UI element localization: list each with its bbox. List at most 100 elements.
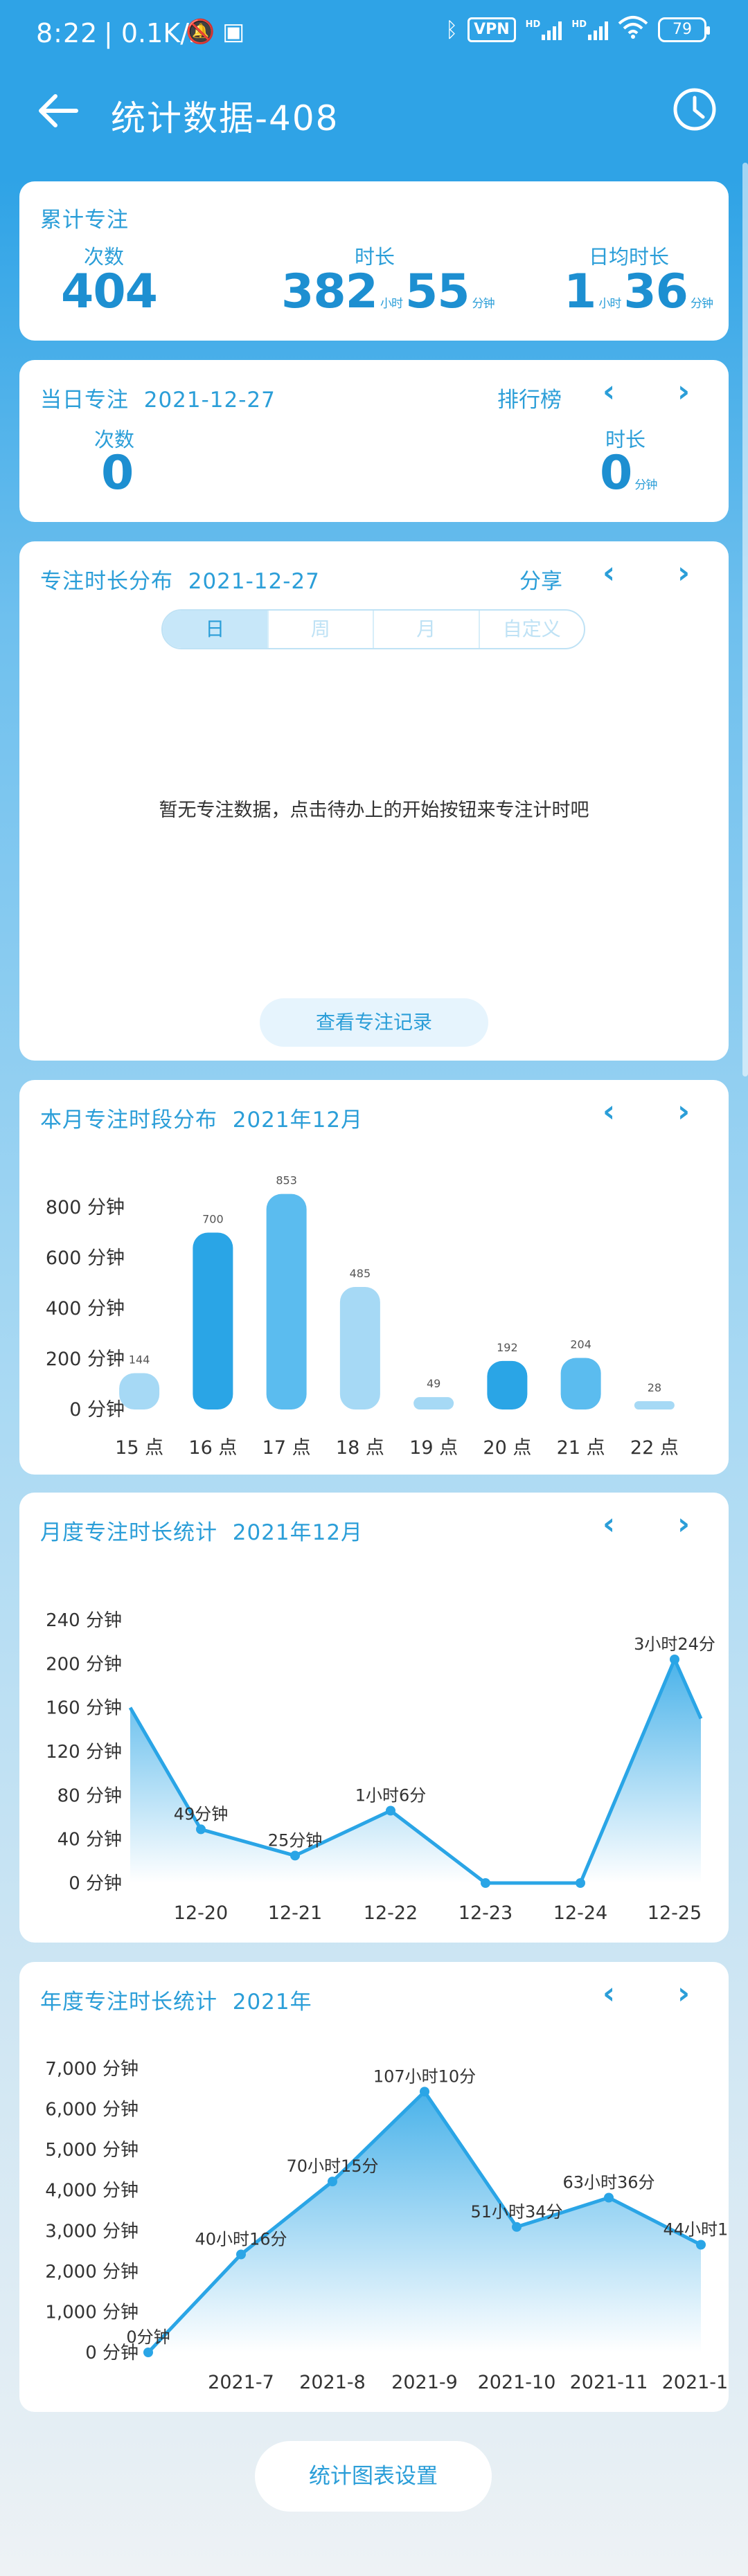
y-tick-label: 400 分钟 — [46, 1298, 125, 1319]
data-label: 0分钟 — [126, 2327, 170, 2347]
x-tick-label: 20 点 — [483, 1437, 531, 1459]
x-tick-label: 2021-12 — [662, 2372, 729, 2393]
x-tick-label: 2021-11 — [570, 2372, 648, 2393]
y-tick-label: 1,000 分钟 — [45, 2302, 139, 2323]
x-tick-label: 12-24 — [553, 1902, 607, 1924]
bar-value-label: 49 — [427, 1377, 440, 1390]
x-tick-label: 2021-9 — [391, 2372, 458, 2393]
data-point — [328, 2177, 337, 2187]
duration-value: 0 分钟 — [600, 446, 657, 501]
x-tick-label: 21 点 — [557, 1437, 605, 1459]
hourly-bar-chart: 0 分钟 200 分钟 400 分钟 600 分钟 800 分钟 144 15 点 700 16… — [46, 1174, 679, 1459]
card-title: 当日专注 2021-12-27 — [40, 388, 276, 413]
y-tick-label: 240 分钟 — [46, 1610, 122, 1631]
clock-history-icon[interactable] — [670, 85, 719, 134]
status-right-icons: ᛒ VPN HD HD 79 — [445, 15, 710, 44]
bar-value-label: 853 — [276, 1174, 297, 1187]
app-bar: 统计数据-408 — [0, 66, 748, 156]
hourly-distribution-card: 本月专注时段分布 2021年12月 ‹ › 0 分钟 200 分钟 400 分钟 60… — [19, 1080, 729, 1475]
area-fill — [130, 1659, 701, 1883]
period-tabs: 日 周 月 自定义 — [161, 609, 585, 649]
page-title: 统计数据-408 — [111, 98, 339, 138]
bar-value-label: 28 — [648, 1381, 661, 1394]
x-tick-label: 12-20 — [174, 1902, 228, 1924]
vpn-icon: VPN — [467, 17, 516, 42]
x-tick-label: 2021-10 — [478, 2372, 556, 2393]
tab-month[interactable]: 月 — [373, 611, 479, 648]
bar-value-label: 204 — [570, 1338, 591, 1351]
area-fill — [148, 2091, 701, 2352]
yearly-duration-card: 年度专注时长统计 2021年 ‹ › 0 分钟 1,000 分钟 2,000 分钟 3… — [19, 1962, 729, 2412]
data-point — [576, 1878, 585, 1888]
bluetooth-icon: ᛒ — [445, 17, 458, 42]
mute-icon: 🔕 — [186, 18, 215, 46]
x-tick-label: 22 点 — [630, 1437, 679, 1459]
y-tick-label: 2,000 分钟 — [45, 2262, 139, 2282]
share-link[interactable]: 分享 — [519, 564, 562, 595]
cumulative-card: 累计专注 次数 404 时长 382 小时55 分钟 日均时长 1 小时36 分钟 — [19, 181, 729, 341]
y-tick-label: 600 分钟 — [46, 1248, 125, 1269]
data-point — [196, 1824, 206, 1835]
x-tick-label: 12-25 — [648, 1902, 702, 1924]
chevron-left-icon[interactable]: ‹ — [603, 555, 615, 591]
x-tick-label: 2021-8 — [299, 2372, 366, 2393]
daily-average-value: 1 小时36 分钟 — [564, 264, 713, 319]
scrollbar[interactable] — [742, 163, 748, 1077]
yearly-area-chart: 0 分钟1,000 分钟2,000 分钟3,000 分钟4,000 分钟5,00… — [45, 2059, 729, 2393]
y-tick-label: 160 分钟 — [46, 1698, 122, 1719]
data-label: 1小时6分 — [355, 1786, 427, 1805]
view-records-button[interactable]: 查看专注记录 — [260, 998, 488, 1047]
data-point — [481, 1878, 490, 1888]
x-tick-label: 2021-7 — [208, 2372, 274, 2393]
battery-icon: 79 — [658, 17, 710, 42]
bar — [560, 1358, 601, 1409]
chevron-right-icon[interactable]: › — [677, 555, 690, 591]
tab-day[interactable]: 日 — [163, 611, 267, 648]
y-tick-label: 200 分钟 — [46, 1349, 125, 1370]
signal-icon-2: HD — [571, 19, 608, 40]
data-point — [670, 1655, 679, 1664]
empty-message: 暂无专注数据，点击待办上的开始按钮来专注计时吧 — [159, 800, 589, 821]
app-notification-icon: ▣ — [222, 18, 245, 46]
duration-value: 382 小时55 分钟 — [281, 264, 495, 319]
tab-week[interactable]: 周 — [267, 611, 373, 648]
back-arrow-icon[interactable] — [33, 87, 82, 135]
y-tick-label: 200 分钟 — [46, 1654, 122, 1675]
data-label: 40小时16分 — [195, 2229, 287, 2249]
card-title: 累计专注 — [40, 208, 129, 233]
y-tick-label: 0 分钟 — [69, 1399, 125, 1421]
data-label: 70小时15分 — [286, 2156, 378, 2176]
y-tick-label: 3,000 分钟 — [45, 2221, 139, 2242]
y-tick-label: 7,000 分钟 — [45, 2059, 139, 2080]
x-tick-label: 12-23 — [458, 1902, 513, 1924]
bar-value-label: 144 — [129, 1353, 150, 1366]
monthly-area-chart: 0 分钟 40 分钟 80 分钟 120 分钟 160 分钟 200 分钟 240 分钟 49… — [46, 1610, 715, 1924]
chevron-right-icon[interactable]: › — [677, 374, 690, 409]
x-tick-label: 12-21 — [268, 1902, 322, 1924]
data-point — [512, 2222, 522, 2232]
data-label: 107小时10分 — [373, 2066, 476, 2086]
x-tick-label: 12-22 — [364, 1902, 418, 1924]
y-tick-label: 800 分钟 — [46, 1197, 125, 1218]
data-label: 44小时15 — [663, 2219, 729, 2239]
x-tick-label: 17 点 — [262, 1437, 311, 1459]
chevron-left-icon[interactable]: ‹ — [603, 374, 615, 409]
bar — [487, 1360, 528, 1409]
y-tick-label: 0 分钟 — [69, 1873, 122, 1894]
y-tick-label: 40 分钟 — [57, 1830, 122, 1850]
y-tick-label: 5,000 分钟 — [45, 2140, 139, 2161]
tab-custom[interactable]: 自定义 — [478, 611, 585, 648]
y-tick-label: 80 分钟 — [57, 1785, 122, 1806]
data-point — [420, 2087, 429, 2097]
status-time: 8:22 — [36, 18, 98, 48]
bar — [266, 1194, 307, 1409]
distribution-card: 专注时长分布 2021-12-27 分享 ‹ › 日 周 月 自定义 暂无专注数… — [19, 541, 729, 1061]
chart-settings-button[interactable]: 统计图表设置 — [255, 2441, 492, 2512]
ranking-link[interactable]: 排行榜 — [497, 382, 562, 413]
wifi-icon — [618, 15, 648, 44]
data-point — [696, 2240, 706, 2250]
signal-icon-1: HD — [526, 19, 562, 40]
data-point — [604, 2192, 614, 2203]
data-label: 25分钟 — [268, 1830, 323, 1850]
status-left-icons: 🔕 ▣ — [186, 18, 244, 46]
